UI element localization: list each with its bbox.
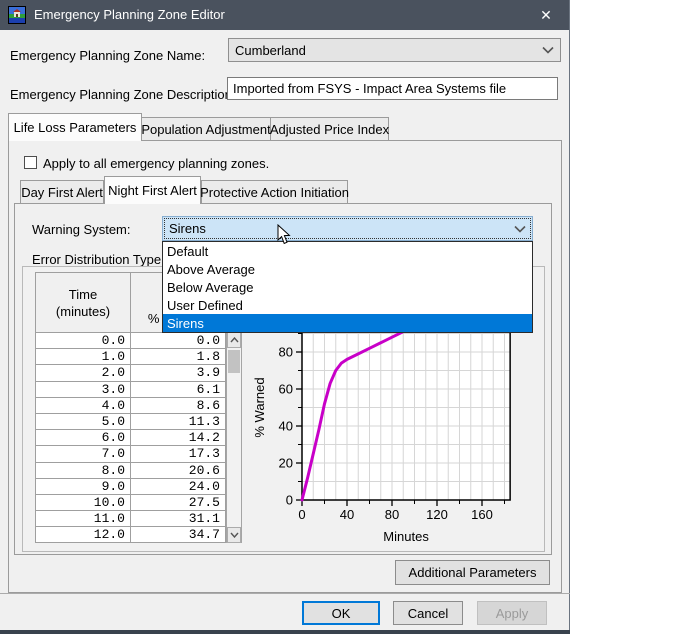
table-cell[interactable]: 7.0 [36,446,131,462]
table-row[interactable]: 0.00.0 [36,333,227,349]
apply-all-zones-checkbox[interactable] [24,156,37,169]
svg-text:0: 0 [298,507,305,522]
cancel-button[interactable]: Cancel [393,601,463,625]
svg-text:80: 80 [279,345,293,360]
table-row[interactable]: 9.024.0 [36,479,227,495]
chevron-down-icon [230,532,239,538]
table-cell[interactable]: 11.0 [36,511,131,527]
table-cell[interactable]: 11.3 [131,414,226,430]
table-row[interactable]: 1.01.8 [36,349,227,365]
table-cell[interactable]: 2.0 [36,365,131,381]
table-cell[interactable]: 31.1 [131,511,226,527]
scrollbar-thumb[interactable] [228,350,240,373]
error-distribution-type-label: Error Distribution Type: [32,252,165,267]
warning-system-label: Warning System: [32,222,131,237]
epz-description-value: Imported from FSYS - Impact Area Systems… [233,81,506,96]
table-cell[interactable]: 1.0 [36,349,131,365]
table-row[interactable]: 6.014.2 [36,430,227,446]
apply-button[interactable]: Apply [477,601,547,625]
table-cell[interactable]: 14.2 [131,430,226,446]
table-cell[interactable]: 1.8 [131,349,226,365]
svg-text:120: 120 [426,507,448,522]
table-body: 0.00.01.01.82.03.93.06.14.08.65.011.36.0… [36,333,227,543]
warning-system-dropdown-list[interactable]: DefaultAbove AverageBelow AverageUser De… [162,241,533,333]
dropdown-option[interactable]: User Defined [163,296,532,314]
window-bottom-border [0,630,570,634]
tab-adjusted-price-index[interactable]: Adjusted Price Index [270,117,389,141]
svg-text:60: 60 [279,382,293,397]
table-header-time: Time (minutes) [36,273,131,333]
svg-text:160: 160 [471,507,493,522]
table-cell[interactable]: 5.0 [36,414,131,430]
scroll-down-button[interactable] [227,527,241,543]
svg-text:80: 80 [385,507,399,522]
table-cell[interactable]: 34.7 [131,527,226,543]
scroll-up-button[interactable] [227,332,241,348]
title-bar[interactable]: Emergency Planning Zone Editor ✕ [0,0,569,30]
tab-day-first-alert[interactable]: Day First Alert [20,180,104,204]
table-row[interactable]: 8.020.6 [36,463,227,479]
table-cell[interactable]: 24.0 [131,479,226,495]
epz-description-label: Emergency Planning Zone Description: [10,87,235,102]
desktop-background: Emergency Planning Zone Editor ✕ Emergen… [0,0,692,634]
window-title: Emergency Planning Zone Editor [34,0,225,30]
table-row[interactable]: 3.06.1 [36,382,227,398]
table-cell[interactable]: 10.0 [36,495,131,511]
svg-text:0: 0 [286,493,293,508]
close-button[interactable]: ✕ [523,0,569,30]
svg-text:40: 40 [279,419,293,434]
table-cell[interactable]: 4.0 [36,398,131,414]
table-row[interactable]: 10.027.5 [36,495,227,511]
tab-life-loss-parameters[interactable]: Life Loss Parameters [8,113,142,141]
svg-text:Minutes: Minutes [383,529,429,544]
footer-separator [0,593,570,594]
table-cell[interactable]: 17.3 [131,446,226,462]
table-cell[interactable]: 12.0 [36,527,131,543]
svg-text:40: 40 [340,507,354,522]
table-row[interactable]: 4.08.6 [36,398,227,414]
table-cell[interactable]: 6.0 [36,430,131,446]
svg-text:20: 20 [279,456,293,471]
tab-protective-action-initiation[interactable]: Protective Action Initiation [201,180,348,204]
dropdown-option[interactable]: Default [163,242,532,260]
table-row[interactable]: 11.031.1 [36,511,227,527]
app-icon [8,6,26,24]
tab-population-adjustment[interactable]: Population Adjustment [141,117,271,141]
epz-name-value: Cumberland [235,39,306,61]
mouse-cursor-icon [277,224,291,245]
tab-night-first-alert[interactable]: Night First Alert [104,176,201,204]
table-cell[interactable]: 3.9 [131,365,226,381]
table-cell[interactable]: 8.0 [36,463,131,479]
chevron-down-icon [542,46,554,54]
table-cell[interactable]: 0.0 [36,333,131,349]
table-cell[interactable]: 20.6 [131,463,226,479]
table-row[interactable]: 2.03.9 [36,365,227,381]
additional-parameters-button[interactable]: Additional Parameters [395,560,550,585]
chevron-up-icon [230,337,239,343]
apply-all-zones-label: Apply to all emergency planning zones. [43,156,269,171]
epz-editor-dialog: Emergency Planning Zone Editor ✕ Emergen… [0,0,570,634]
table-row[interactable]: 7.017.3 [36,446,227,462]
epz-name-combobox[interactable]: Cumberland [228,38,561,62]
table-cell[interactable]: 6.1 [131,382,226,398]
table-cell[interactable]: 27.5 [131,495,226,511]
dropdown-option[interactable]: Below Average [163,278,532,296]
table-cell[interactable]: 0.0 [131,333,226,349]
table-row[interactable]: 12.034.7 [36,527,227,543]
table-cell[interactable]: 3.0 [36,382,131,398]
table-cell[interactable]: 9.0 [36,479,131,495]
dropdown-option[interactable]: Sirens [163,314,532,332]
dropdown-option[interactable]: Above Average [163,260,532,278]
table-cell[interactable]: 8.6 [131,398,226,414]
table-scrollbar[interactable] [226,332,242,543]
svg-text:% Warned: % Warned [252,377,267,437]
epz-name-label: Emergency Planning Zone Name: [10,48,205,63]
epz-description-input[interactable]: Imported from FSYS - Impact Area Systems… [227,77,558,100]
warning-system-combobox[interactable]: Sirens [162,216,533,241]
ok-button[interactable]: OK [302,601,380,625]
table-row[interactable]: 5.011.3 [36,414,227,430]
chevron-down-icon [514,225,526,233]
warning-system-value: Sirens [169,217,206,240]
